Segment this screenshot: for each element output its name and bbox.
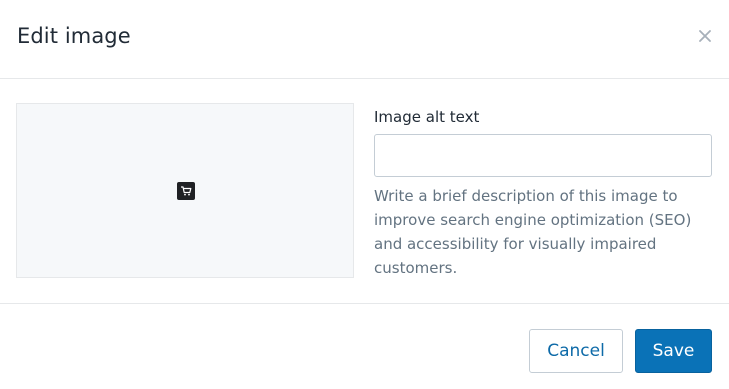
alt-text-help: Write a brief description of this image … (374, 187, 692, 277)
alt-text-label: Image alt text (374, 108, 480, 126)
dialog-title: Edit image (17, 24, 131, 48)
dialog-footer: Cancel Save (0, 303, 729, 389)
dialog-header: Edit image (0, 0, 729, 79)
image-preview (16, 103, 354, 278)
cart-icon (177, 182, 195, 200)
save-button[interactable]: Save (635, 329, 712, 373)
close-icon (699, 23, 711, 48)
close-button[interactable] (694, 23, 716, 47)
edit-image-dialog: Edit image Image alt text Write a brief … (0, 0, 729, 389)
alt-text-input[interactable] (374, 134, 712, 177)
cancel-button[interactable]: Cancel (529, 329, 623, 373)
